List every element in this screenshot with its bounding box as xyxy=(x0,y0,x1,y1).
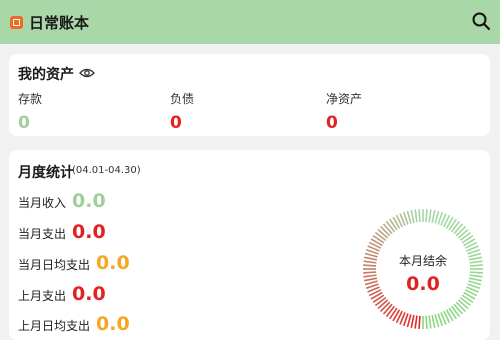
gauge-tick xyxy=(410,209,415,224)
gauge-tick xyxy=(418,209,421,223)
asset-deposit-value: 0 xyxy=(18,113,30,133)
gauge-tick xyxy=(457,299,469,310)
gauge-tick xyxy=(434,210,440,224)
gauge-tick xyxy=(418,315,421,329)
gauge-tick xyxy=(425,315,428,329)
gauge-tick xyxy=(425,209,428,223)
app-title: 日常账本 xyxy=(29,13,90,32)
stats-date-range: (04.01-04.30) xyxy=(72,165,141,176)
stat-row-daily-expense: 当月日均支出 0.0 xyxy=(18,252,130,274)
gauge-tick xyxy=(380,226,391,237)
gauge-tick xyxy=(414,209,418,223)
gauge-tick xyxy=(428,315,432,329)
asset-debt-value: 0 xyxy=(170,113,182,133)
gauge-tick xyxy=(374,231,387,242)
gauge-tick xyxy=(455,301,466,312)
asset-net: 净资产 0 xyxy=(326,90,362,133)
gauge-tick xyxy=(406,210,412,224)
gauge-tick xyxy=(459,296,472,307)
monthly-stats-card: 月度统计 (04.01-04.30) 当月收入 0.0 当月支出 0.0 当月日… xyxy=(9,150,490,340)
gauge-tick xyxy=(406,314,412,328)
stat-row-expense: 当月支出 0.0 xyxy=(18,221,106,243)
gauge-tick xyxy=(459,231,472,242)
gauge-value: 0.0 xyxy=(406,273,440,295)
asset-debt-label: 负债 xyxy=(170,92,195,106)
stat-row-last-month-daily: 上月日均支出 0.0 xyxy=(18,313,130,335)
search-button[interactable] xyxy=(470,10,492,32)
gauge-tick xyxy=(455,226,466,237)
stat-value: 0.0 xyxy=(72,190,106,212)
stat-label: 当月收入 xyxy=(18,196,67,210)
asset-deposit-label: 存款 xyxy=(18,92,43,106)
gauge-tick xyxy=(377,228,389,239)
gauge-tick xyxy=(428,209,432,223)
gauge-ring xyxy=(363,209,483,329)
gauge-label: 本月结余 xyxy=(398,254,447,268)
toggle-visibility-button[interactable] xyxy=(79,65,95,79)
app-logo-icon xyxy=(10,15,23,29)
stat-value: 0.0 xyxy=(96,252,130,274)
gauge-tick xyxy=(410,314,415,329)
stat-label: 当月日均支出 xyxy=(18,258,91,272)
asset-deposit: 存款 0 xyxy=(18,90,42,133)
assets-card: 我的资产 存款 0 负债 0 净资产 0 xyxy=(9,54,490,136)
gauge-tick xyxy=(457,228,469,239)
stat-row-income: 当月收入 0.0 xyxy=(18,190,106,212)
stat-label: 上月支出 xyxy=(18,289,67,303)
asset-net-label: 净资产 xyxy=(326,92,363,106)
stat-row-last-month-expense: 上月支出 0.0 xyxy=(18,283,106,305)
assets-title: 我的资产 xyxy=(18,67,74,83)
stat-value: 0.0 xyxy=(96,313,130,335)
gauge-tick xyxy=(377,299,389,310)
gauge-tick xyxy=(453,223,464,235)
gauge-tick xyxy=(414,315,418,329)
asset-debt: 负债 0 xyxy=(170,90,194,133)
gauge-tick xyxy=(450,305,461,318)
asset-net-value: 0 xyxy=(326,113,338,133)
gauge-tick xyxy=(380,301,391,312)
gauge-tick xyxy=(431,314,436,329)
gauge-tick xyxy=(450,220,461,233)
gauge-tick xyxy=(382,223,393,235)
gauge-tick xyxy=(385,305,396,318)
gauge-tick xyxy=(431,209,436,224)
stat-value: 0.0 xyxy=(72,283,106,305)
app-header: 日常账本 xyxy=(0,0,500,44)
stat-value: 0.0 xyxy=(72,221,106,243)
balance-gauge: 本月结余 0.0 xyxy=(361,207,485,331)
stat-label: 当月支出 xyxy=(18,227,67,241)
stats-title: 月度统计 xyxy=(18,165,74,181)
search-icon xyxy=(472,12,491,31)
gauge-tick xyxy=(434,314,440,328)
stat-label: 上月日均支出 xyxy=(18,319,91,333)
gauge-tick xyxy=(382,303,393,315)
gauge-tick xyxy=(374,296,387,307)
eye-icon xyxy=(79,68,95,78)
gauge-tick xyxy=(385,220,396,233)
gauge-tick xyxy=(453,303,464,315)
